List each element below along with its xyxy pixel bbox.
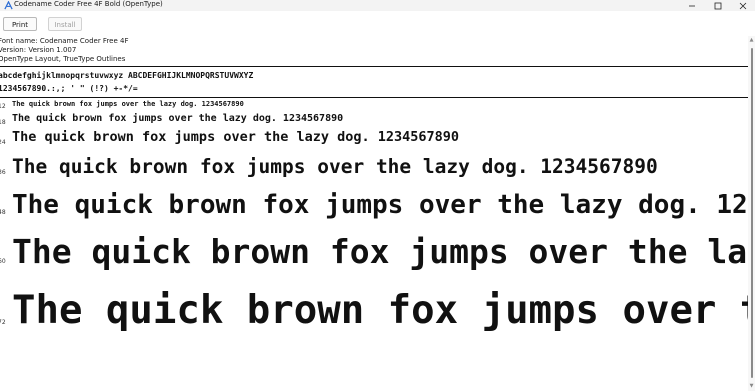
sample-row-60: 60 The quick brown fox jumps over the la… bbox=[0, 232, 748, 272]
maximize-button[interactable] bbox=[706, 0, 730, 11]
sample-size-label: 72 bbox=[0, 319, 6, 326]
sample-text: The quick brown fox jumps over the lazy … bbox=[12, 113, 344, 124]
sample-row-36: 36 The quick brown fox jumps over the la… bbox=[0, 154, 748, 194]
charset-line-letters: abcdefghijklmnopqrstuvwxyz ABCDEFGHIJKLM… bbox=[0, 71, 254, 80]
sample-size-label: 60 bbox=[0, 258, 6, 265]
sample-text: The quick brown fox jumps over the lazy … bbox=[12, 288, 748, 333]
font-preview-pane: Font name: Codename Coder Free 4F Versio… bbox=[0, 36, 748, 391]
vertical-scrollbar[interactable]: ▲ ▼ bbox=[748, 36, 755, 391]
sample-size-label: 48 bbox=[0, 209, 6, 216]
sample-size-label: 36 bbox=[0, 169, 6, 176]
sample-size-label: 24 bbox=[0, 139, 6, 146]
scroll-up-icon[interactable]: ▲ bbox=[749, 38, 754, 43]
font-version-info: Version: Version 1.007 bbox=[0, 46, 77, 54]
separator bbox=[0, 66, 748, 67]
separator bbox=[0, 97, 748, 98]
font-features-info: OpenType Layout, TrueType Outlines bbox=[0, 55, 126, 63]
sample-text: The quick brown fox jumps over the lazy … bbox=[12, 155, 658, 178]
scroll-thumb[interactable] bbox=[751, 48, 753, 378]
sample-text: The quick brown fox jumps over the lazy … bbox=[12, 129, 460, 145]
font-file-icon bbox=[4, 1, 13, 10]
minimize-button[interactable] bbox=[680, 0, 704, 11]
sample-text: The quick brown fox jumps over the lazy … bbox=[12, 190, 748, 220]
minimize-icon bbox=[689, 5, 695, 6]
font-name-info: Font name: Codename Coder Free 4F bbox=[0, 37, 129, 45]
toolbar bbox=[0, 11, 755, 37]
title-bar: Codename Coder Free 4F Bold (OpenType) bbox=[0, 0, 755, 11]
close-icon bbox=[739, 2, 747, 9]
sample-text: The quick brown fox jumps over the lazy … bbox=[12, 100, 244, 108]
print-button[interactable]: Print bbox=[3, 17, 37, 31]
close-button[interactable] bbox=[731, 0, 755, 11]
install-button[interactable]: Install bbox=[48, 17, 82, 31]
scroll-down-icon[interactable]: ▼ bbox=[749, 384, 754, 389]
sample-size-label: 12 bbox=[0, 103, 6, 110]
charset-line-symbols: 1234567890.:,; ' " (!?) +-*/= bbox=[0, 84, 138, 93]
sample-row-48: 48 The quick brown fox jumps over the la… bbox=[0, 189, 748, 229]
window-title: Codename Coder Free 4F Bold (OpenType) bbox=[14, 0, 163, 8]
sample-size-label: 18 bbox=[0, 119, 6, 126]
maximize-icon bbox=[714, 2, 722, 9]
sample-row-72: 72 The quick brown fox jumps over the la… bbox=[0, 286, 748, 330]
sample-text: The quick brown fox jumps over the lazy … bbox=[12, 232, 748, 271]
